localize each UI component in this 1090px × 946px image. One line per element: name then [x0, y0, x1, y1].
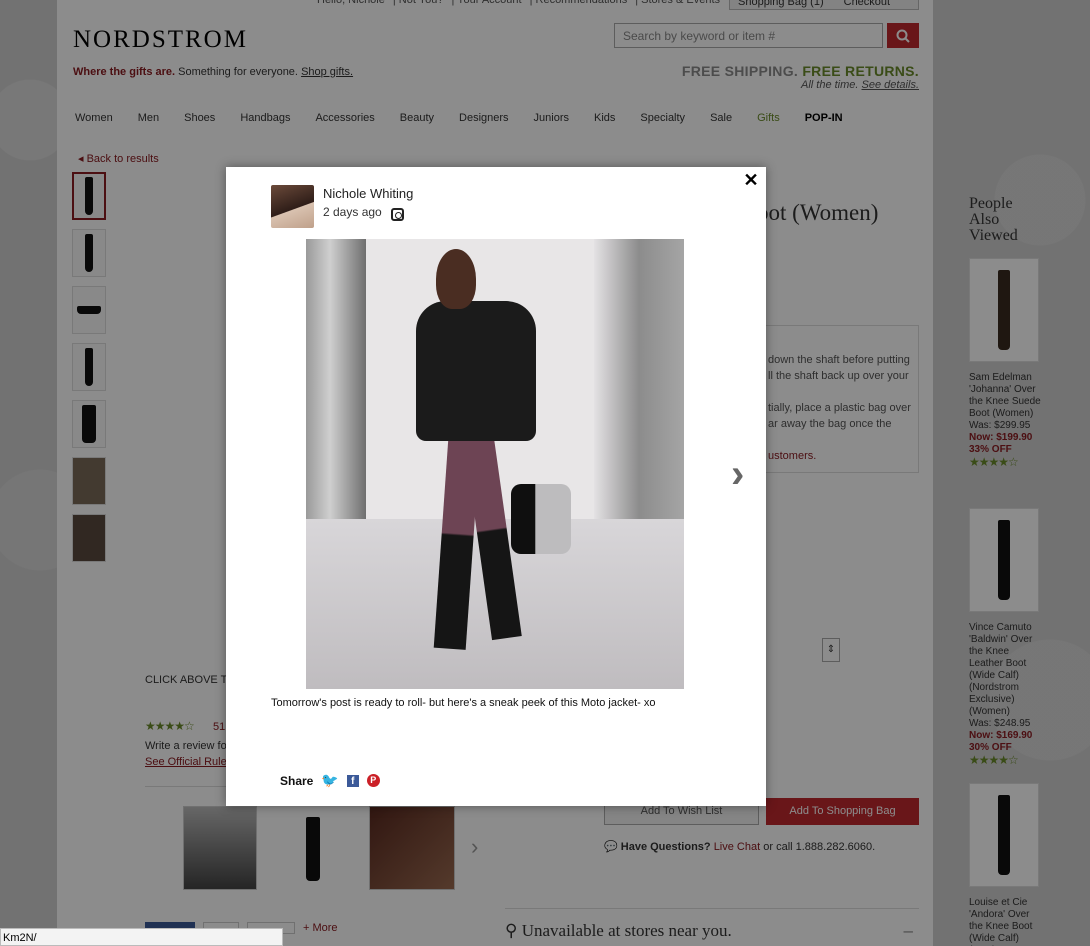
status-bar: Km2N/: [0, 928, 283, 946]
close-button[interactable]: ✕: [741, 170, 761, 192]
user-name[interactable]: Nichole Whiting: [323, 186, 413, 201]
post-photo: [306, 239, 684, 689]
share-row: Share 🐦 f P: [280, 772, 380, 789]
next-arrow-icon[interactable]: ›: [731, 452, 744, 497]
avatar[interactable]: [271, 185, 314, 228]
photo-modal: ✕ Nichole Whiting 2 days ago Tomorrow's …: [226, 167, 766, 806]
post-caption: Tomorrow's post is ready to roll- but he…: [271, 697, 656, 709]
instagram-icon[interactable]: [391, 208, 404, 221]
share-label: Share: [280, 773, 314, 788]
pinterest-icon[interactable]: P: [366, 774, 380, 787]
post-time: 2 days ago: [323, 205, 382, 219]
facebook-icon[interactable]: f: [346, 774, 359, 787]
twitter-icon[interactable]: 🐦: [321, 772, 338, 789]
